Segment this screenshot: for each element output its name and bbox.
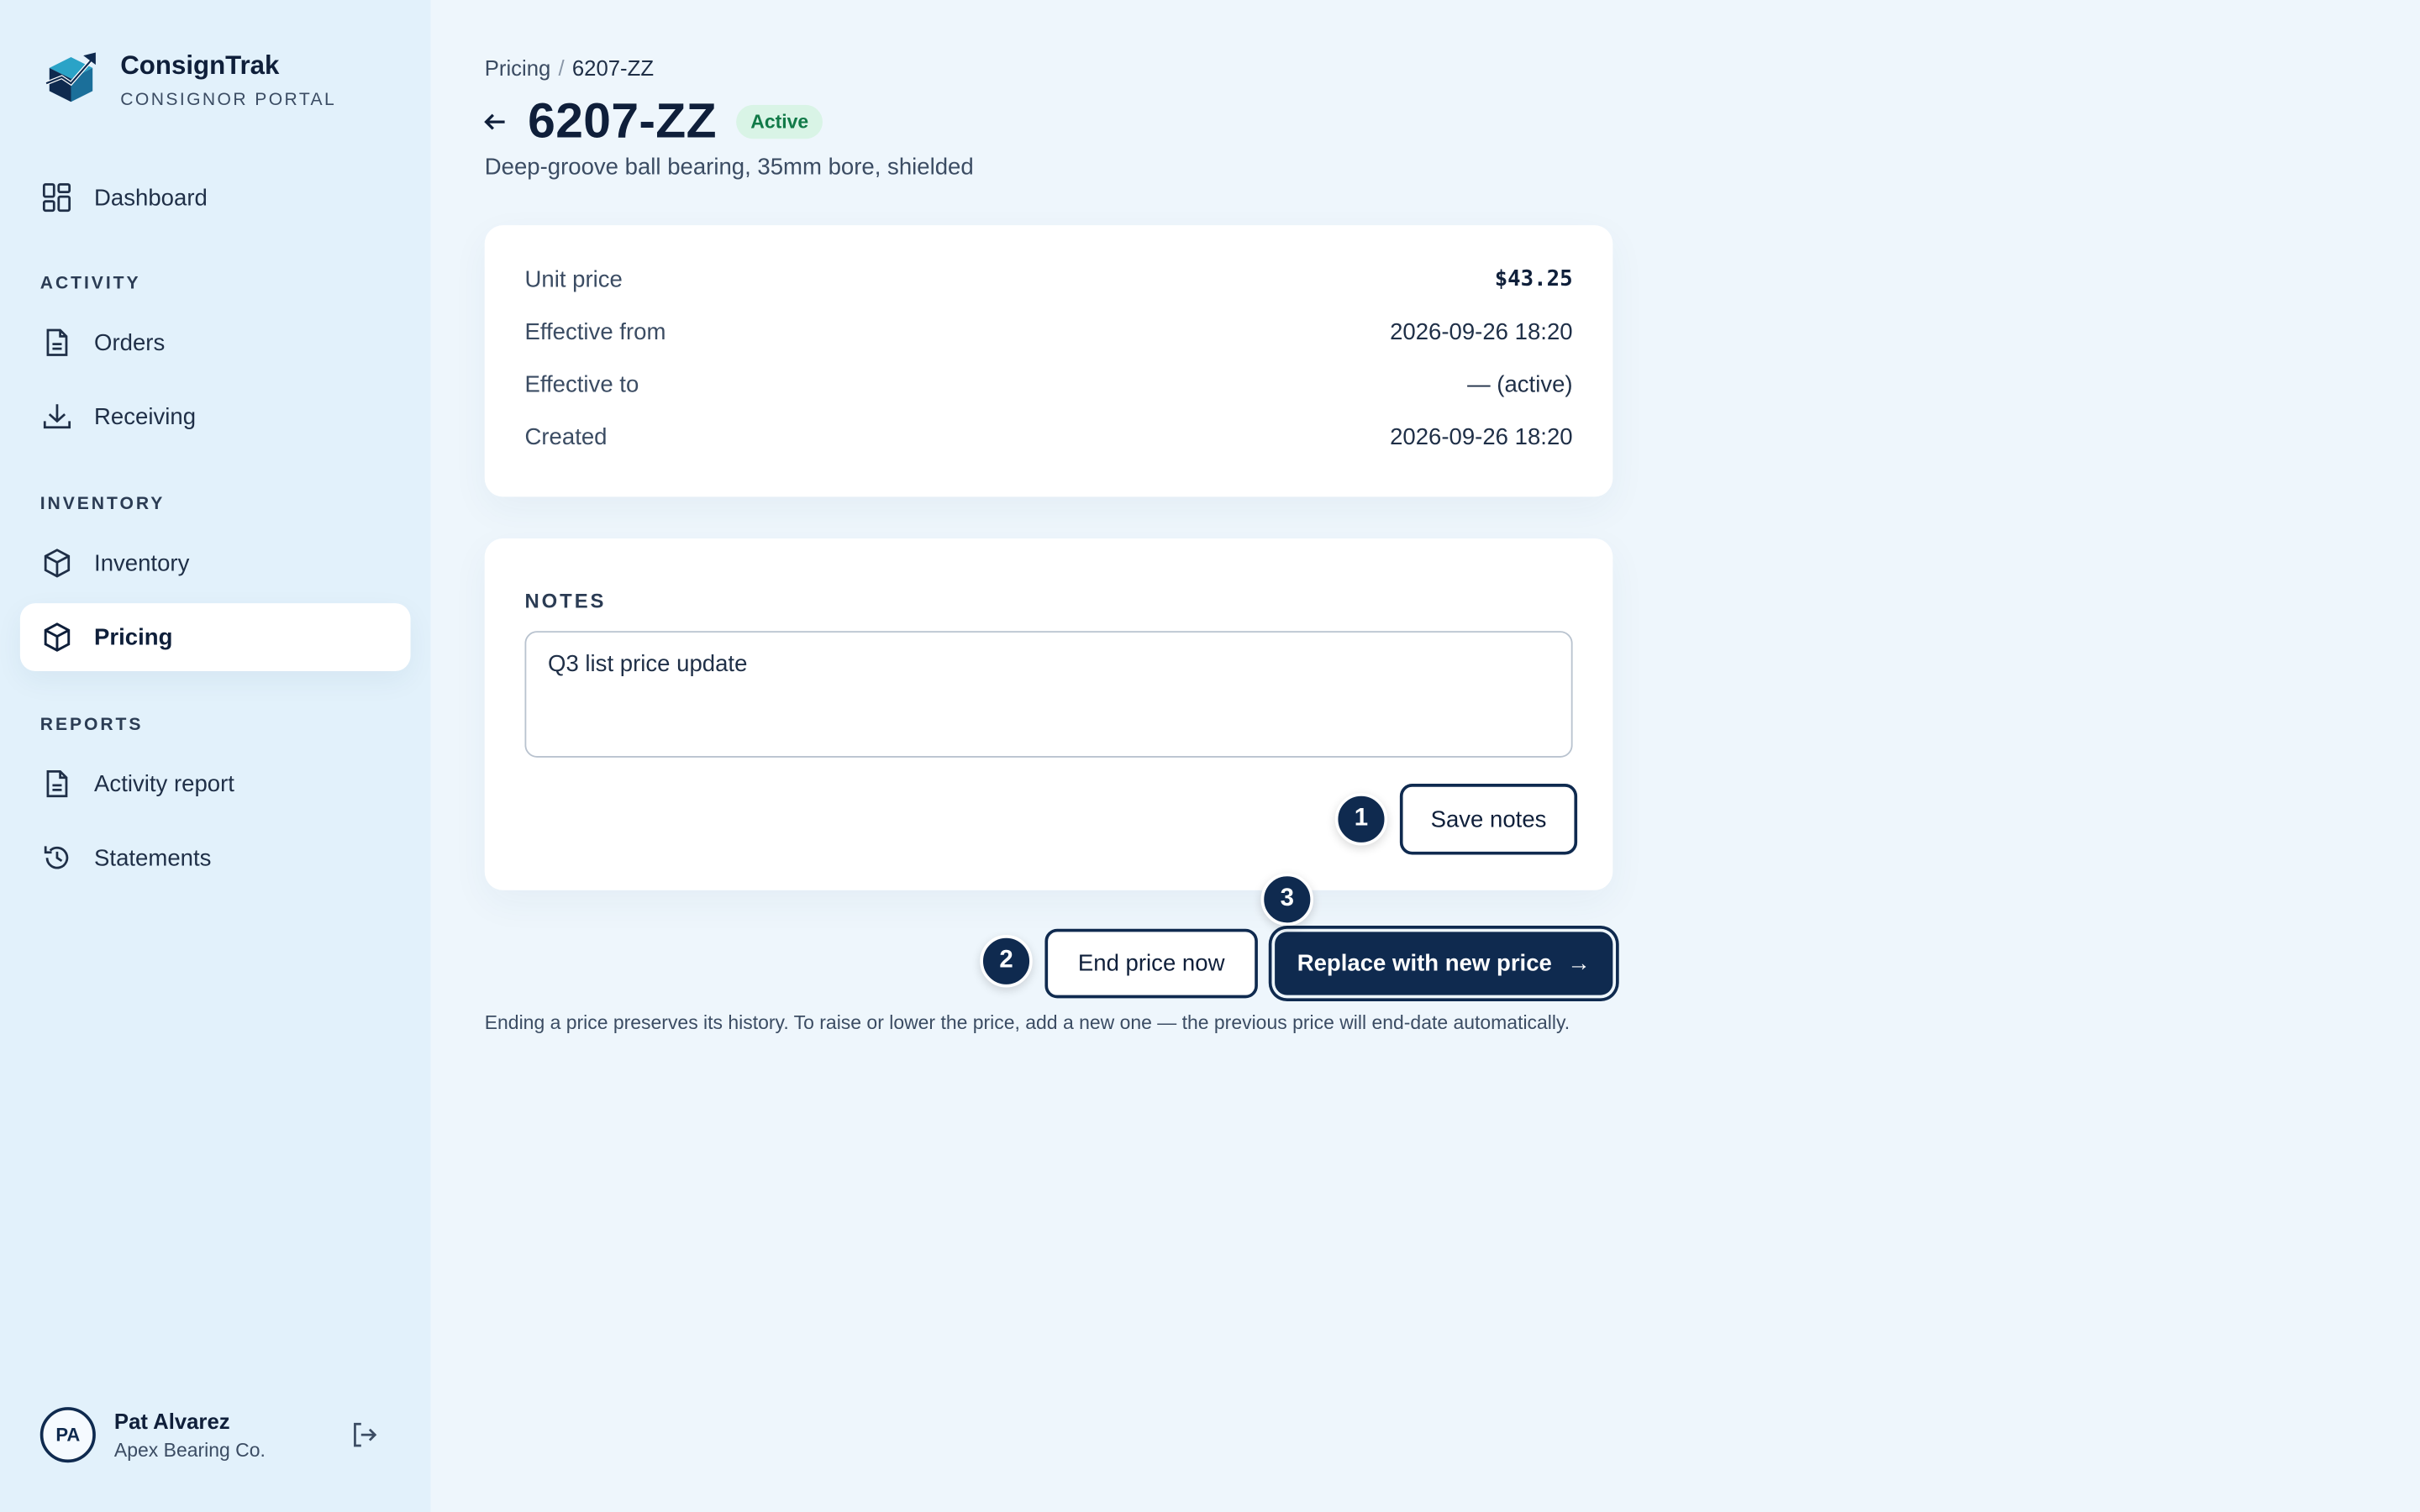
replace-price-label: Replace with new price — [1297, 950, 1552, 977]
download-icon — [40, 400, 74, 433]
sidebar-item-label: Receiving — [94, 403, 197, 430]
notes-card: NOTES Q3 list price update Save notes 1 — [484, 538, 1613, 890]
sidebar-item-statements[interactable]: Statements — [20, 824, 411, 892]
step-marker-2: 2 — [980, 935, 1033, 988]
sidebar: ConsignTrak CONSIGNOR PORTAL Dashboard A… — [0, 0, 431, 1512]
breadcrumb-current: 6207-ZZ — [571, 55, 655, 81]
replace-price-button[interactable]: Replace with new price → — [1275, 932, 1613, 995]
price-details-card: Unit price $43.25 Effective from 2026-09… — [484, 225, 1613, 497]
notes-textarea[interactable]: Q3 list price update — [524, 631, 1573, 758]
history-icon — [40, 841, 74, 874]
detail-row: Effective to — (active) — [524, 372, 1572, 398]
logout-icon[interactable] — [349, 1420, 380, 1451]
document-icon — [40, 326, 74, 360]
title-row: 6207-ZZ Active — [481, 92, 823, 150]
user-profile: PA Pat Alvarez Apex Bearing Co. — [39, 1407, 395, 1463]
breadcrumb: Pricing /6207-ZZ — [485, 55, 654, 80]
back-arrow-icon[interactable] — [481, 108, 509, 135]
detail-label: Effective to — [524, 371, 639, 398]
end-price-button[interactable]: End price now — [1044, 928, 1258, 999]
sidebar-item-label: Orders — [94, 329, 166, 356]
step-marker-3: 3 — [1260, 873, 1314, 927]
detail-value: — (active) — [1467, 371, 1573, 398]
detail-row: Effective from 2026-09-26 18:20 — [524, 319, 1572, 345]
detail-row: Unit price $43.25 — [524, 267, 1572, 293]
page-description: Deep-groove ball bearing, 35mm bore, shi… — [484, 154, 974, 181]
sidebar-item-activity-report[interactable]: Activity report — [20, 750, 411, 818]
page-title: 6207-ZZ — [528, 92, 717, 149]
detail-value: $43.25 — [1494, 266, 1573, 292]
sidebar-item-receiving[interactable]: Receiving — [20, 383, 411, 451]
detail-label: Created — [524, 424, 608, 451]
sidebar-item-label: Dashboard — [94, 184, 208, 211]
nav-section-activity: ACTIVITY — [39, 274, 141, 293]
detail-label: Unit price — [524, 266, 623, 293]
notes-label: NOTES — [524, 589, 607, 613]
sidebar-item-label: Statements — [94, 844, 212, 871]
sidebar-item-label: Inventory — [94, 549, 190, 577]
status-badge: Active — [736, 103, 823, 139]
breadcrumb-separator: / — [558, 55, 565, 81]
detail-label: Effective from — [524, 319, 666, 346]
sidebar-item-label: Activity report — [94, 770, 234, 797]
sidebar-item-pricing[interactable]: Pricing — [19, 603, 411, 671]
nav-section-inventory: INVENTORY — [39, 495, 166, 514]
user-org: Apex Bearing Co. — [113, 1439, 266, 1462]
detail-value: 2026-09-26 18:20 — [1390, 319, 1573, 346]
sidebar-item-dashboard[interactable]: Dashboard — [20, 164, 411, 232]
box-icon — [40, 620, 74, 654]
box-icon — [40, 546, 74, 580]
sidebar-item-orders[interactable]: Orders — [20, 308, 411, 376]
detail-value: 2026-09-26 18:20 — [1390, 424, 1573, 451]
document-icon — [40, 767, 74, 801]
sidebar-item-label: Pricing — [94, 623, 173, 651]
brand-name: ConsignTrak — [120, 50, 280, 81]
help-footnote: Ending a price preserves its history. To… — [484, 1011, 1570, 1034]
detail-row: Created 2026-09-26 18:20 — [524, 424, 1572, 450]
brand-subtitle: CONSIGNOR PORTAL — [120, 91, 337, 110]
nav-section-reports: REPORTS — [39, 716, 144, 735]
dashboard-icon — [40, 181, 74, 214]
user-name: Pat Alvarez — [113, 1408, 230, 1434]
save-notes-button[interactable]: Save notes — [1399, 784, 1578, 855]
step-marker-1: 1 — [1334, 793, 1388, 846]
brand[interactable]: ConsignTrak CONSIGNOR PORTAL — [40, 46, 336, 109]
arrow-right-icon: → — [1567, 950, 1591, 977]
sidebar-item-inventory[interactable]: Inventory — [20, 529, 411, 597]
avatar[interactable]: PA — [39, 1407, 96, 1463]
logo-icon — [45, 52, 96, 102]
breadcrumb-link-pricing[interactable]: Pricing — [485, 55, 551, 80]
